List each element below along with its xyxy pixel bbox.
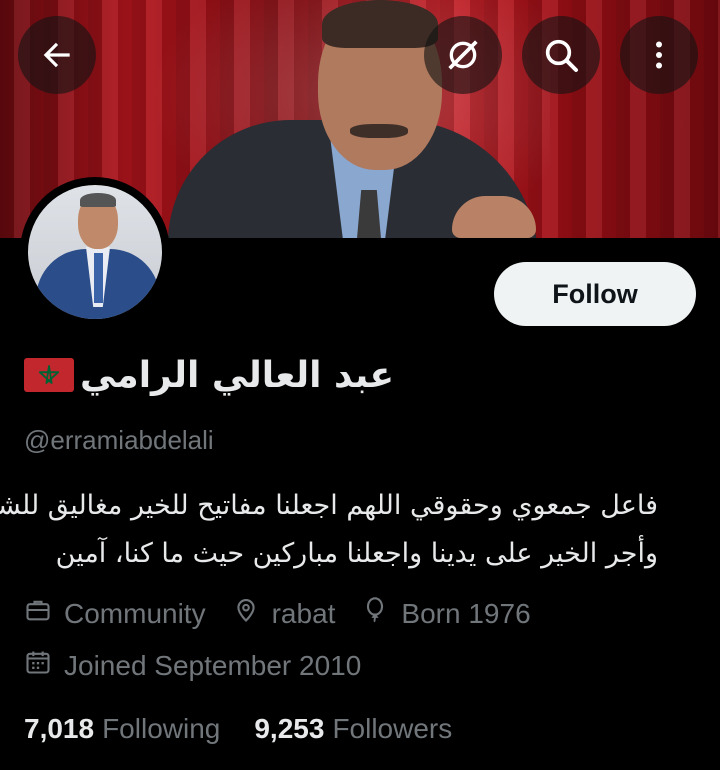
category-item: Community — [24, 596, 206, 631]
born-label: Born 1976 — [401, 597, 531, 629]
avatar-photo — [28, 185, 162, 319]
joined-row: Joined September 2010 — [24, 648, 387, 683]
followers-count: 9,253 — [254, 713, 325, 744]
morocco-flag-icon — [24, 358, 74, 392]
display-name: عبد العالي الرامي — [80, 354, 395, 396]
location-item: rabat — [232, 596, 336, 631]
back-button[interactable] — [18, 16, 96, 94]
username-handle: @erramiabdelali — [24, 425, 214, 455]
avatar-tie — [94, 253, 103, 303]
calendar-icon — [24, 648, 64, 683]
more-button[interactable] — [620, 16, 698, 94]
joined-label: Joined September 2010 — [64, 649, 362, 681]
following-link[interactable]: 7,018 Following — [24, 713, 220, 745]
avatar[interactable] — [20, 177, 170, 327]
location-pin-icon — [232, 596, 272, 631]
birthday-item: Born 1976 — [361, 596, 531, 631]
follow-stats: 7,018 Following 9,253 Followers — [24, 713, 486, 745]
bio-line: وأجر الخير على يدينا واجعلنا مباركين حيث… — [55, 538, 658, 569]
name-row: عبد العالي الرامي — [24, 350, 394, 400]
followers-label: Followers — [332, 713, 453, 744]
followers-link[interactable]: 9,253 Followers — [254, 713, 452, 745]
follow-button[interactable]: Follow — [494, 262, 696, 326]
bio-line: فاعل جمعوي وحقوقي اللهم اجعلنا مفاتيح لل… — [0, 490, 658, 521]
joined-item: Joined September 2010 — [24, 648, 361, 683]
grok-button[interactable] — [424, 16, 502, 94]
banner-person-mustache — [350, 124, 408, 138]
search-button[interactable] — [522, 16, 600, 94]
banner-person-hair — [322, 0, 438, 48]
avatar-hair — [80, 193, 116, 207]
location-label: rabat — [271, 597, 336, 629]
search-icon — [541, 35, 581, 75]
following-count: 7,018 — [24, 713, 95, 744]
briefcase-icon — [24, 596, 64, 631]
balloon-icon — [361, 596, 401, 631]
following-label: Following — [102, 713, 221, 744]
bio: فاعل جمعوي وحقوقي اللهم اجعلنا مفاتيح لل… — [0, 482, 658, 578]
arrow-left-icon — [38, 36, 76, 74]
profile-meta-row: Community rabat Born 1976 — [24, 596, 557, 631]
grok-icon — [443, 35, 483, 75]
category-label[interactable]: Community — [64, 598, 206, 630]
more-vertical-icon — [641, 37, 677, 73]
